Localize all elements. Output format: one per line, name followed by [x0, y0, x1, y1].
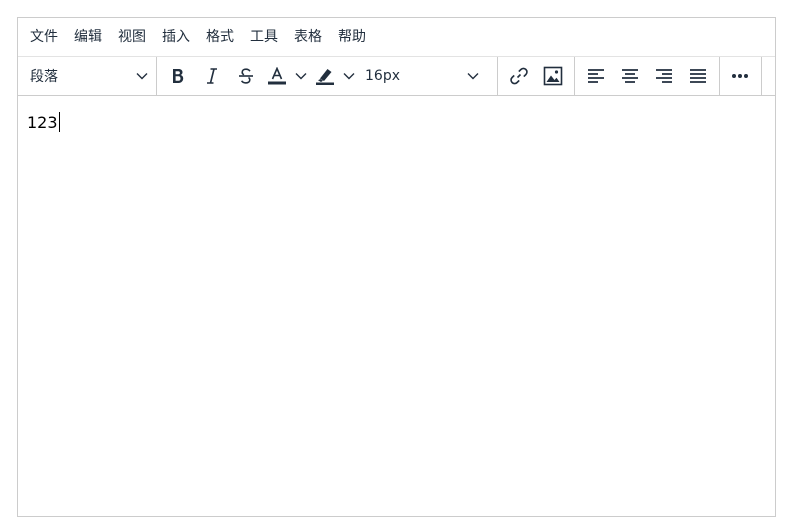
paragraph[interactable]: 123 — [27, 112, 60, 132]
chevron-down-icon — [465, 68, 481, 84]
toolbar: 段落 16px — [18, 57, 775, 96]
menu-file[interactable]: 文件 — [22, 23, 66, 51]
block-format-select[interactable]: 段落 — [20, 61, 154, 91]
align-right-icon — [655, 68, 673, 84]
text-color-icon — [267, 67, 287, 85]
align-center-icon — [621, 68, 639, 84]
italic-icon — [206, 68, 218, 84]
italic-button[interactable] — [195, 61, 229, 91]
paragraph-text: 123 — [27, 112, 58, 132]
toolbar-group-block: 段落 — [18, 57, 157, 95]
menu-format[interactable]: 格式 — [198, 23, 242, 51]
bold-button[interactable] — [161, 61, 195, 91]
justify-button[interactable] — [681, 61, 715, 91]
strikethrough-icon — [238, 68, 254, 84]
chevron-down-icon — [134, 68, 150, 84]
link-icon — [509, 66, 529, 86]
bold-icon — [171, 68, 185, 84]
justify-icon — [689, 68, 707, 84]
more-icon — [731, 73, 749, 79]
more-button[interactable] — [723, 61, 757, 91]
highlight-split-button[interactable] — [311, 61, 359, 91]
rich-text-editor: 文件 编辑 视图 插入 格式 工具 表格 帮助 段落 16px 123 — [17, 17, 776, 517]
chevron-down-icon[interactable] — [339, 68, 359, 84]
align-right-button[interactable] — [647, 61, 681, 91]
image-icon — [543, 66, 563, 86]
toolbar-group-insert — [498, 57, 575, 95]
block-format-label: 段落 — [30, 69, 58, 85]
menubar: 文件 编辑 视图 插入 格式 工具 表格 帮助 — [18, 18, 775, 57]
text-color-button[interactable] — [263, 61, 291, 91]
align-left-button[interactable] — [579, 61, 613, 91]
link-button[interactable] — [502, 61, 536, 91]
font-size-label: 16px — [365, 68, 400, 84]
editor-content[interactable]: 123 — [18, 96, 775, 148]
toolbar-group-more — [720, 57, 762, 95]
align-center-button[interactable] — [613, 61, 647, 91]
text-color-split-button[interactable] — [263, 61, 311, 91]
menu-tools[interactable]: 工具 — [242, 23, 286, 51]
highlight-icon — [315, 67, 335, 85]
font-size-select[interactable]: 16px — [359, 61, 485, 91]
menu-view[interactable]: 视图 — [110, 23, 154, 51]
menu-table[interactable]: 表格 — [286, 23, 330, 51]
align-left-icon — [587, 68, 605, 84]
text-caret — [58, 112, 60, 132]
menu-help[interactable]: 帮助 — [330, 23, 374, 51]
image-button[interactable] — [536, 61, 570, 91]
chevron-down-icon[interactable] — [291, 68, 311, 84]
strikethrough-button[interactable] — [229, 61, 263, 91]
toolbar-group-align — [575, 57, 720, 95]
menu-insert[interactable]: 插入 — [154, 23, 198, 51]
toolbar-group-format: 16px — [157, 57, 498, 95]
highlight-button[interactable] — [311, 61, 339, 91]
menu-edit[interactable]: 编辑 — [66, 23, 110, 51]
